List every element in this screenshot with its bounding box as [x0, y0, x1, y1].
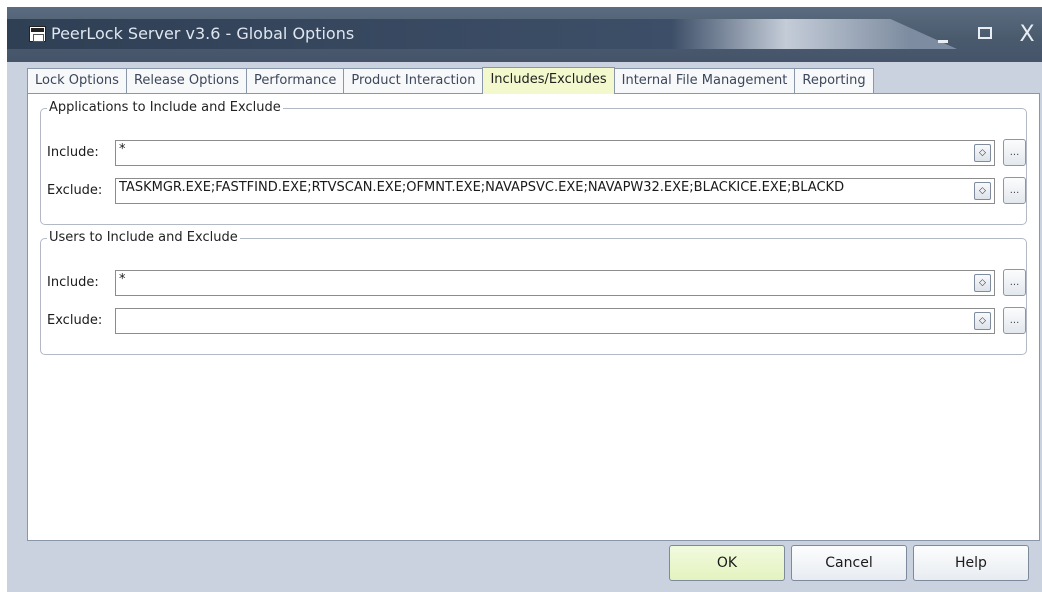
tab-internal-file-management[interactable]: Internal File Management — [613, 68, 796, 93]
applications-group: Applications to Include and Exclude Incl… — [40, 100, 1027, 225]
applications-exclude-field[interactable]: TASKMGR.EXE;FASTFIND.EXE;RTVSCAN.EXE;OFM… — [115, 178, 995, 204]
applications-group-title: Applications to Include and Exclude — [47, 100, 283, 115]
applications-exclude-row: Exclude: TASKMGR.EXE;FASTFIND.EXE;RTVSCA… — [41, 177, 1026, 204]
users-include-browse-button[interactable]: ... — [1003, 269, 1026, 296]
help-button[interactable]: Help — [913, 545, 1029, 581]
minimize-button[interactable] — [928, 21, 958, 49]
options-tabs: Lock Options Release Options Performance… — [27, 67, 874, 94]
applications-include-value: * — [119, 142, 126, 157]
users-include-row: Include: * ◇ ... — [41, 269, 1026, 296]
users-include-field[interactable]: * ◇ — [115, 270, 995, 296]
users-group-title: Users to Include and Exclude — [47, 230, 240, 245]
window-controls: X — [928, 21, 1042, 49]
ok-button[interactable]: OK — [669, 545, 785, 581]
cancel-button[interactable]: Cancel — [791, 545, 907, 581]
users-group: Users to Include and Exclude Include: * … — [40, 230, 1027, 355]
applications-include-row: Include: * ◇ ... — [41, 139, 1026, 166]
applications-include-dropdown-button[interactable]: ◇ — [974, 144, 991, 162]
users-include-dropdown-button[interactable]: ◇ — [974, 274, 991, 292]
applications-include-label: Include: — [47, 145, 99, 160]
maximize-button[interactable] — [970, 21, 1000, 49]
applications-include-field[interactable]: * ◇ — [115, 140, 995, 166]
tab-performance[interactable]: Performance — [246, 68, 345, 93]
users-exclude-row: Exclude: ◇ ... — [41, 307, 1026, 334]
app-icon[interactable] — [29, 26, 46, 42]
tab-includes-excludes[interactable]: Includes/Excludes — [482, 67, 615, 94]
users-include-label: Include: — [47, 275, 99, 290]
users-exclude-browse-button[interactable]: ... — [1003, 307, 1026, 334]
users-exclude-dropdown-button[interactable]: ◇ — [974, 312, 991, 330]
applications-exclude-browse-button[interactable]: ... — [1003, 177, 1026, 204]
users-include-value: * — [119, 272, 126, 287]
users-exclude-label: Exclude: — [47, 313, 103, 328]
window-title: PeerLock Server v3.6 - Global Options — [51, 24, 355, 43]
applications-exclude-dropdown-button[interactable]: ◇ — [974, 182, 991, 200]
applications-exclude-label: Exclude: — [47, 183, 103, 198]
users-exclude-field[interactable]: ◇ — [115, 308, 995, 334]
tab-lock-options[interactable]: Lock Options — [27, 68, 127, 93]
global-options-window: PeerLock Server v3.6 - Global Options X … — [7, 7, 1042, 592]
applications-include-browse-button[interactable]: ... — [1003, 139, 1026, 166]
title-bar[interactable]: PeerLock Server v3.6 - Global Options X — [7, 7, 1042, 62]
tab-product-interaction[interactable]: Product Interaction — [343, 68, 484, 93]
applications-exclude-value: TASKMGR.EXE;FASTFIND.EXE;RTVSCAN.EXE;OFM… — [119, 180, 845, 195]
includes-excludes-panel: Applications to Include and Exclude Incl… — [27, 93, 1040, 541]
tab-reporting[interactable]: Reporting — [794, 68, 874, 93]
tab-release-options[interactable]: Release Options — [125, 68, 248, 93]
close-button[interactable]: X — [1012, 21, 1042, 49]
